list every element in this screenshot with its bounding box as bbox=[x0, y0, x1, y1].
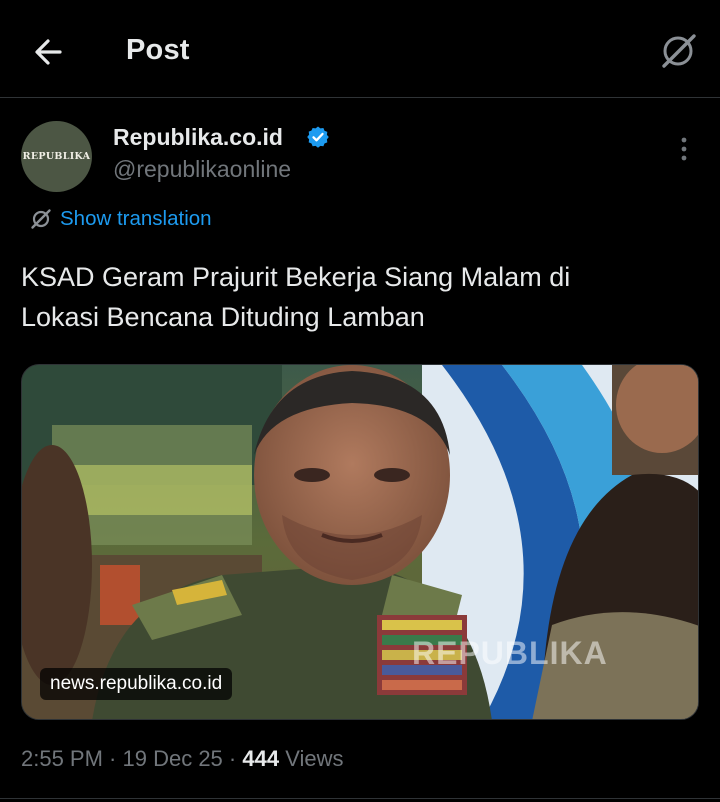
verified-badge-icon bbox=[307, 126, 329, 148]
post-time[interactable]: 2:55 PM bbox=[21, 746, 103, 771]
more-options-button[interactable] bbox=[672, 134, 696, 164]
post-date[interactable]: 19 Dec 25 bbox=[123, 746, 223, 771]
post-text-line-1: KSAD Geram Prajurit Bekerja Siang Malam … bbox=[21, 262, 571, 292]
show-translation-link[interactable]: Show translation bbox=[30, 207, 212, 231]
author-handle[interactable]: @republikaonline bbox=[113, 156, 291, 183]
views-count[interactable]: 444 bbox=[242, 746, 279, 771]
post-image[interactable]: REPUBLIKA bbox=[21, 364, 699, 720]
grok-button[interactable] bbox=[656, 28, 702, 74]
more-vertical-icon bbox=[681, 137, 687, 161]
image-watermark: REPUBLIKA bbox=[412, 635, 608, 671]
grok-icon bbox=[662, 34, 696, 68]
post-text: KSAD Geram Prajurit Bekerja Siang Malam … bbox=[21, 257, 691, 337]
link-domain-badge[interactable]: news.republika.co.id bbox=[40, 668, 233, 700]
grok-translate-icon bbox=[31, 209, 51, 229]
arrow-left-icon bbox=[35, 39, 62, 65]
meta-separator: · bbox=[102, 746, 123, 771]
page-title: Post bbox=[126, 34, 190, 66]
back-button[interactable] bbox=[30, 34, 70, 70]
post-text-line-2: Lokasi Bencana Dituding Lamban bbox=[21, 302, 425, 332]
meta-separator: · bbox=[222, 746, 243, 771]
views-label: Views bbox=[279, 746, 344, 771]
avatar[interactable]: REPUBLIKA bbox=[21, 121, 92, 192]
top-bar: Post bbox=[0, 0, 720, 98]
avatar-logo-text: REPUBLIKA bbox=[22, 151, 91, 162]
author-display-name[interactable]: Republika.co.id bbox=[113, 124, 283, 151]
show-translation-label: Show translation bbox=[60, 207, 212, 230]
divider bbox=[0, 798, 720, 799]
post-metadata: 2:55 PM · 19 Dec 25 · 444 Views bbox=[21, 746, 343, 772]
